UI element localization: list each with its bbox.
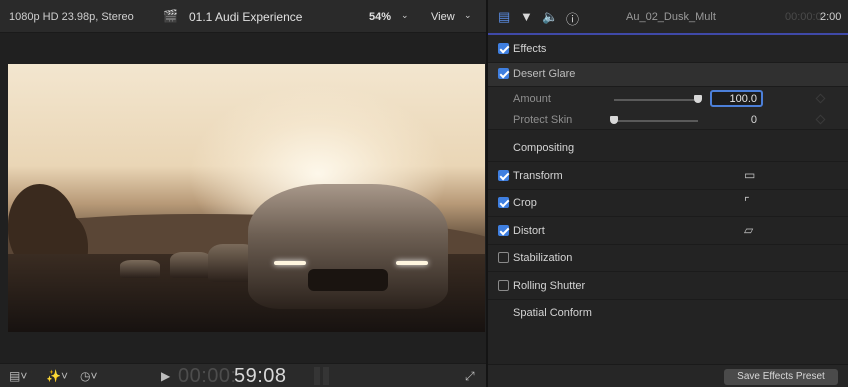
color-inspector-tab-icon[interactable]: ▼ bbox=[520, 9, 533, 24]
rolling-shutter-checkbox[interactable] bbox=[498, 280, 509, 291]
viewer-canvas[interactable] bbox=[0, 33, 486, 363]
clip-duration: 2:00 bbox=[820, 11, 842, 23]
protect-skin-slider[interactable] bbox=[614, 120, 698, 122]
layout-menu-icon[interactable]: ▤˅ bbox=[9, 369, 27, 383]
video-frame bbox=[8, 64, 485, 332]
view-chevron-down-icon[interactable]: ⌄ bbox=[464, 10, 472, 21]
transport-bar: ▤˅ ✨˅ ◷˅ ▶ 00:00: 59:08 ⤢ bbox=[0, 363, 486, 387]
protect-skin-value[interactable]: 0 bbox=[710, 114, 757, 126]
clip-duration-leading: 00:00:0 bbox=[785, 11, 822, 23]
crop-icon[interactable]: ⌜ bbox=[744, 195, 750, 209]
play-icon[interactable]: ▶ bbox=[161, 369, 170, 383]
transform-checkbox[interactable] bbox=[498, 170, 509, 181]
audio-meter bbox=[323, 367, 329, 385]
transform-section[interactable]: Transform ▭ bbox=[488, 163, 848, 190]
transform-tools-icon[interactable]: ✨˅ bbox=[46, 369, 68, 383]
timecode-leading: 00:00: bbox=[178, 365, 237, 387]
stabilization-label: Stabilization bbox=[513, 252, 573, 264]
distort-section[interactable]: Distort ▱ bbox=[488, 218, 848, 245]
zoom-level[interactable]: 54% bbox=[369, 11, 391, 23]
transform-label: Transform bbox=[513, 170, 563, 182]
format-label: 1080p HD 23.98p, Stereo bbox=[9, 11, 134, 23]
param-protect-skin: Protect Skin 0 bbox=[488, 108, 848, 130]
desert-glare-checkbox[interactable] bbox=[498, 68, 509, 79]
audio-inspector-tab-icon[interactable]: 🔈 bbox=[542, 9, 558, 25]
clip-name: Au_02_Dusk_Mult bbox=[626, 11, 716, 23]
protect-skin-slider-knob[interactable] bbox=[610, 116, 618, 124]
param-amount: Amount 100.0 bbox=[488, 87, 848, 108]
audio-meter bbox=[314, 367, 320, 385]
compositing-label: Compositing bbox=[513, 142, 575, 154]
info-inspector-tab-icon[interactable]: ⓘ bbox=[566, 9, 579, 28]
amount-value-field[interactable]: 100.0 bbox=[710, 90, 763, 107]
rolling-shutter-label: Rolling Shutter bbox=[513, 280, 586, 292]
inspector-footer: Save Effects Preset bbox=[488, 364, 848, 387]
effects-checkbox[interactable] bbox=[498, 43, 509, 54]
distort-label: Distort bbox=[513, 225, 545, 237]
spatial-conform-label: Spatial Conform bbox=[513, 307, 592, 319]
desert-glare-label: Desert Glare bbox=[513, 68, 576, 80]
video-inspector-tab-icon[interactable]: ▤ bbox=[498, 9, 510, 25]
effects-section[interactable]: Effects bbox=[488, 36, 848, 63]
amount-slider-knob[interactable] bbox=[694, 95, 702, 103]
clapper-icon: 🎬 bbox=[163, 9, 178, 23]
effects-label: Effects bbox=[513, 43, 547, 55]
viewer-header: 1080p HD 23.98p, Stereo 🎬 01.1 Audi Expe… bbox=[0, 0, 486, 33]
distort-icon[interactable]: ▱ bbox=[744, 223, 753, 237]
speed-gauge-icon[interactable]: ◷˅ bbox=[80, 369, 97, 383]
inspector-header: ▤ ▼ 🔈 ⓘ Au_02_Dusk_Mult 00:00:0 2:00 bbox=[488, 0, 848, 35]
rolling-shutter-section[interactable]: Rolling Shutter bbox=[488, 273, 848, 300]
protect-skin-keyframe-icon[interactable] bbox=[815, 114, 826, 125]
zoom-chevron-down-icon[interactable]: ⌄ bbox=[401, 10, 409, 21]
crop-checkbox[interactable] bbox=[498, 197, 509, 208]
amount-label: Amount bbox=[513, 93, 551, 105]
amount-keyframe-icon[interactable] bbox=[815, 93, 826, 104]
crop-section[interactable]: Crop ⌜ bbox=[488, 190, 848, 217]
project-title: 01.1 Audi Experience bbox=[189, 10, 303, 24]
compositing-section[interactable]: Compositing bbox=[488, 135, 848, 162]
timecode: 59:08 bbox=[234, 365, 287, 387]
amount-slider[interactable] bbox=[614, 99, 698, 101]
protect-skin-label: Protect Skin bbox=[513, 114, 573, 126]
transform-icon[interactable]: ▭ bbox=[744, 168, 755, 182]
effect-desert-glare[interactable]: Desert Glare bbox=[488, 63, 848, 87]
spatial-conform-section[interactable]: Spatial Conform bbox=[488, 300, 848, 327]
view-menu[interactable]: View bbox=[431, 11, 455, 23]
stabilization-section[interactable]: Stabilization bbox=[488, 245, 848, 272]
distort-checkbox[interactable] bbox=[498, 225, 509, 236]
crop-label: Crop bbox=[513, 197, 537, 209]
fullscreen-icon[interactable]: ⤢ bbox=[465, 369, 475, 384]
inspector-panel: ▤ ▼ 🔈 ⓘ Au_02_Dusk_Mult 00:00:0 2:00 Eff… bbox=[488, 0, 848, 387]
viewer-panel: 1080p HD 23.98p, Stereo 🎬 01.1 Audi Expe… bbox=[0, 0, 486, 387]
stabilization-checkbox[interactable] bbox=[498, 252, 509, 263]
save-effects-preset-button[interactable]: Save Effects Preset bbox=[724, 369, 838, 385]
